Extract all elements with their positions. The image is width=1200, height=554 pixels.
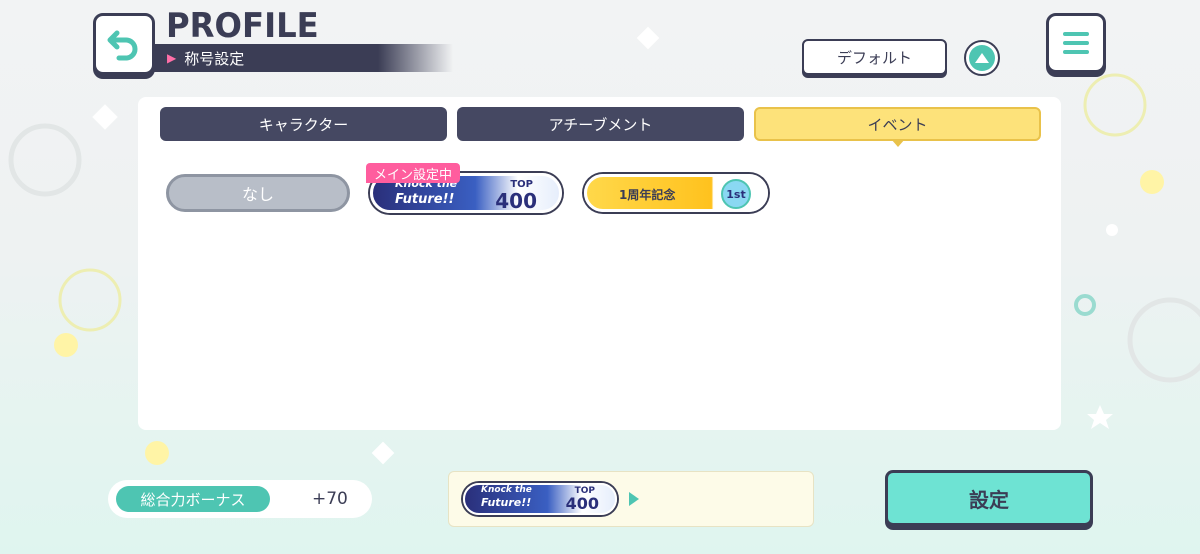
page-title: PROFILE [166, 6, 319, 46]
back-button[interactable] [93, 13, 155, 75]
tab-achievement[interactable]: アチーブメント [457, 107, 744, 141]
preview-title-badge: Knock the Future!! TOP 400 [463, 483, 617, 515]
bonus-label: 総合力ボーナス [116, 486, 270, 512]
tab-event[interactable]: イベント [754, 107, 1041, 147]
title-badge-1st-anniversary[interactable]: 1周年記念 1st [584, 174, 768, 212]
sort-select-button[interactable]: デフォルト [802, 39, 947, 75]
total-power-bonus: 総合力ボーナス +70 [108, 480, 372, 518]
bonus-value: +70 [312, 489, 348, 509]
main-set-badge: メイン設定中 [366, 163, 461, 183]
anniversary-label: 1周年記念 [619, 188, 676, 202]
menu-button[interactable] [1046, 13, 1106, 73]
menu-icon [1063, 32, 1089, 36]
preview-badge-line2: Future!! [481, 496, 532, 509]
page-subtitle: ▶ 称号設定 [153, 44, 453, 72]
rank-value: 400 [495, 189, 537, 213]
sort-order-button[interactable] [964, 40, 1000, 76]
anniversary-1st-icon: 1st [721, 179, 751, 209]
play-arrow-icon [629, 492, 639, 506]
back-arrow-icon [107, 30, 138, 61]
set-button[interactable]: 設定 [885, 470, 1093, 526]
triangle-up-icon [975, 53, 989, 63]
selected-title-preview: Knock the Future!! TOP 400 [448, 471, 814, 527]
preview-badge-line1: Knock the [481, 485, 532, 495]
badge-text-line2: Future!! [395, 192, 455, 207]
triangle-icon: ▶ [167, 51, 177, 65]
title-panel: キャラクター アチーブメント イベント なし メイン設定中 Knock the … [138, 97, 1061, 430]
subtitle-label: 称号設定 [184, 49, 245, 68]
title-none-option[interactable]: なし [166, 174, 350, 212]
preview-rank-value: 400 [565, 494, 599, 513]
tab-character[interactable]: キャラクター [160, 107, 447, 141]
category-tabs: キャラクター アチーブメント イベント [160, 107, 1041, 147]
